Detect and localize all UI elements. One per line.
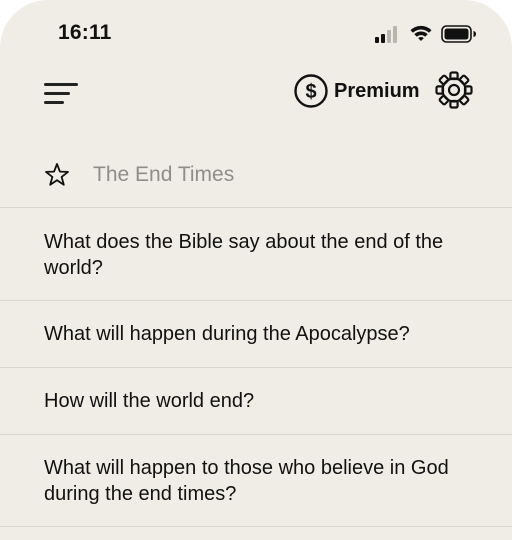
- list-item[interactable]: How will the world end?: [0, 368, 512, 435]
- app-header: $ Premium: [0, 64, 512, 124]
- question-text: What does the Bible say about the end of…: [44, 230, 444, 279]
- list-item[interactable]: What will happen during the Apocalypse?: [0, 301, 512, 368]
- wifi-icon: [410, 25, 432, 41]
- list-item[interactable]: What does the Bible say about the end of…: [0, 209, 512, 301]
- gear-icon[interactable]: [434, 70, 474, 110]
- cellular-signal-icon: [375, 25, 401, 43]
- premium-label: Premium: [334, 79, 420, 102]
- app-screen: 16:11 $ Premium The End Times What does …: [0, 0, 512, 540]
- svg-text:$: $: [305, 81, 316, 103]
- dollar-coin-icon: $: [294, 74, 328, 108]
- status-bar: 16:11: [0, 0, 512, 64]
- status-time: 16:11: [58, 21, 112, 44]
- battery-icon: [441, 25, 476, 43]
- question-list: What does the Bible say about the end of…: [0, 209, 512, 527]
- question-text: What will happen during the Apocalypse?: [44, 323, 410, 345]
- premium-button[interactable]: $ Premium: [294, 71, 420, 111]
- menu-button[interactable]: [42, 77, 82, 107]
- section-title: The End Times: [93, 163, 235, 186]
- star-outline-icon[interactable]: [44, 162, 70, 188]
- question-text: What will happen to those who believe in…: [44, 456, 449, 505]
- section-header: The End Times: [0, 142, 512, 208]
- question-text: How will the world end?: [44, 390, 255, 412]
- list-item[interactable]: What will happen to those who believe in…: [0, 435, 512, 527]
